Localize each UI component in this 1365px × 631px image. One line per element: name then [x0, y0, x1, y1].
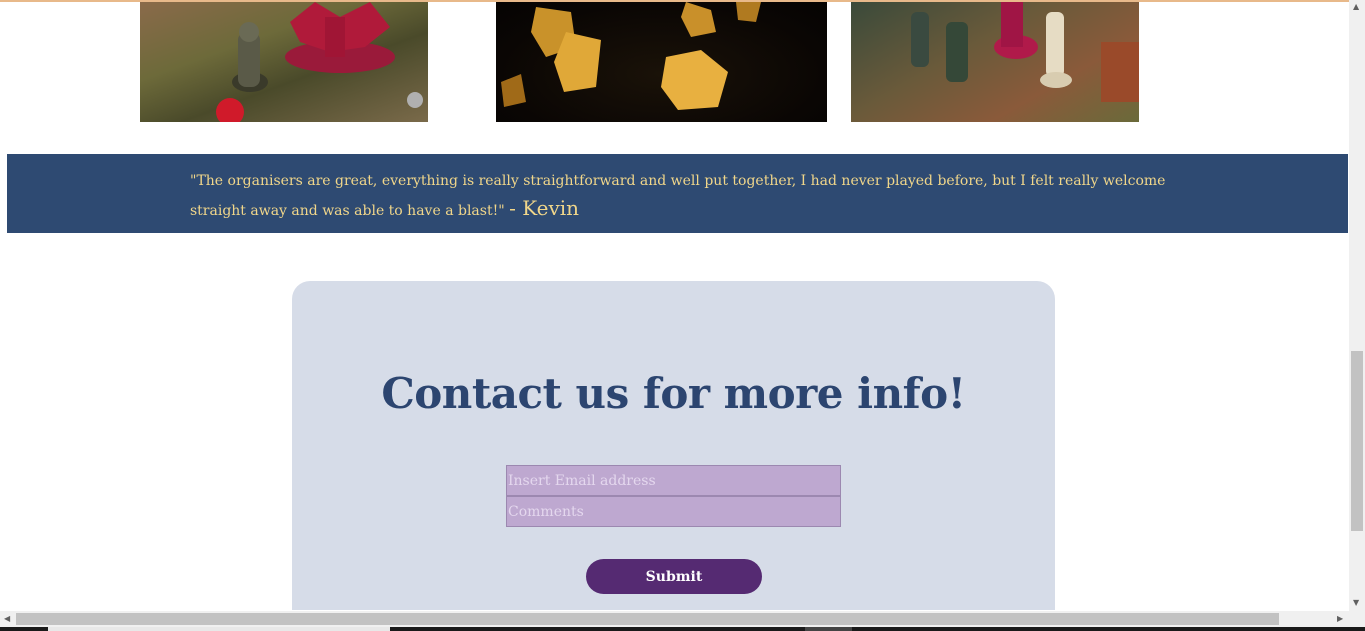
miniatures-dragon-illustration: [216, 2, 423, 122]
gallery-image-miniatures-dragon: [140, 2, 428, 122]
email-field[interactable]: [506, 465, 841, 496]
gallery-image-dice: [496, 2, 827, 122]
contact-card: Contact us for more info! Submit: [292, 281, 1055, 610]
quote-author: - Kevin: [509, 196, 580, 220]
vertical-scrollbar[interactable]: ▲ ▼: [1349, 0, 1365, 611]
testimonial-quote: "The organisers are great, everything is…: [190, 168, 1190, 225]
submit-button[interactable]: Submit: [586, 559, 762, 594]
horizontal-scroll-thumb[interactable]: [16, 613, 1279, 625]
scroll-up-icon[interactable]: ▲: [1353, 2, 1359, 11]
scroll-left-icon[interactable]: ◀: [4, 614, 10, 623]
testimonial-banner: "The organisers are great, everything is…: [7, 154, 1348, 233]
horizontal-scrollbar[interactable]: ◀ ▶: [0, 611, 1349, 627]
comments-field[interactable]: [506, 496, 841, 527]
dice-illustration: [501, 2, 761, 110]
vertical-scroll-thumb[interactable]: [1351, 351, 1363, 531]
scroll-right-icon[interactable]: ▶: [1337, 614, 1343, 623]
battle-scene-illustration: [911, 2, 1139, 102]
scroll-down-icon[interactable]: ▼: [1353, 598, 1359, 607]
contact-title: Contact us for more info!: [381, 369, 966, 418]
scrollbar-corner: [1349, 611, 1365, 627]
taskbar-strip: [0, 627, 1365, 631]
quote-text: "The organisers are great, everything is…: [190, 173, 1166, 219]
gallery-image-battle-scene: [851, 2, 1139, 122]
